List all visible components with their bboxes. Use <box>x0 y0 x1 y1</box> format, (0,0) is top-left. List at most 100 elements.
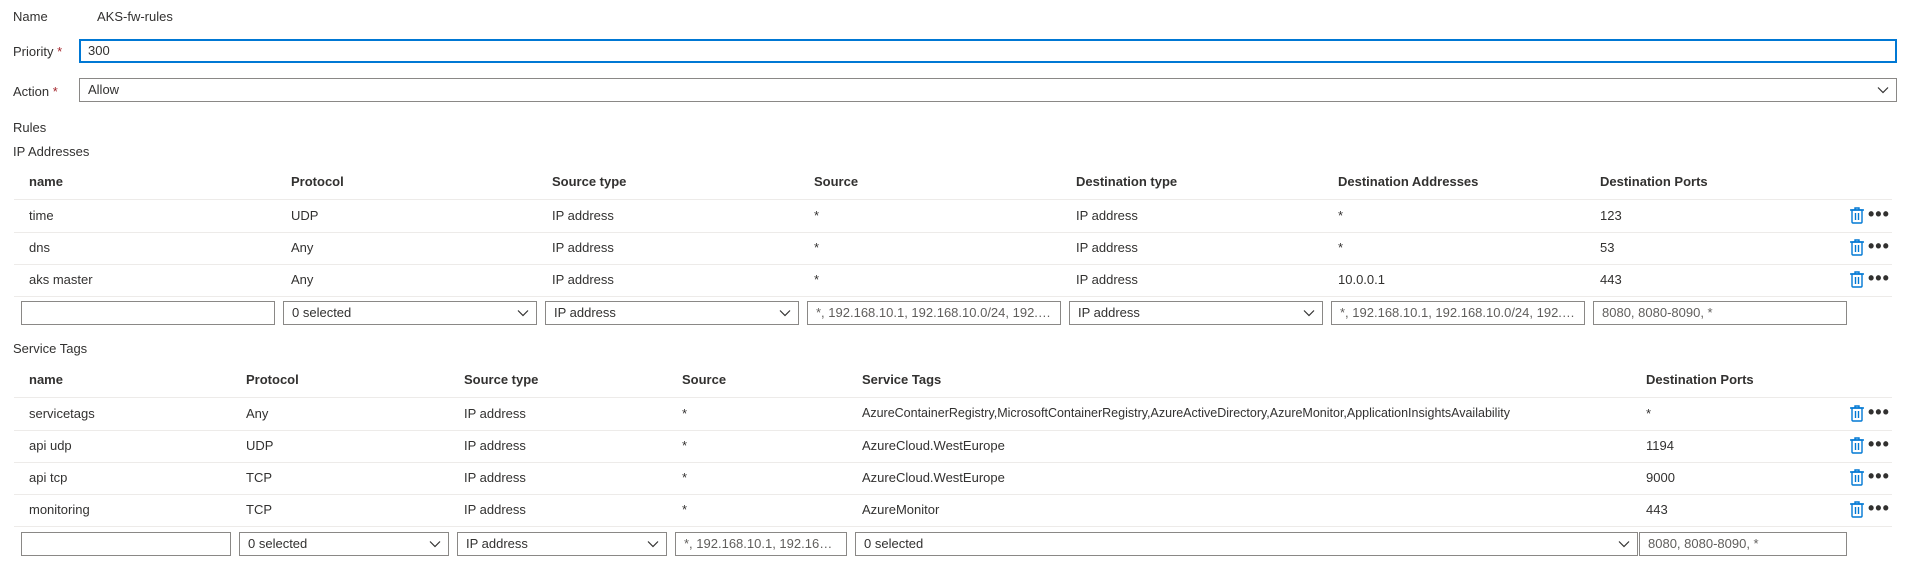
cell-source-type: IP address <box>464 502 526 517</box>
cell-destination-type: IP address <box>1076 208 1138 223</box>
cell-protocol: TCP <box>246 502 272 517</box>
rules-label: Rules <box>13 120 47 135</box>
cell-destination-addresses: * <box>1338 208 1344 223</box>
source-input[interactable]: *, 192.168.10.1, 192.168.10.0/24, 192.16… <box>807 301 1061 325</box>
chevron-down-icon <box>779 310 791 317</box>
new-rule-name-input[interactable] <box>21 532 231 556</box>
cell-protocol: UDP <box>291 208 319 223</box>
cell-source: * <box>682 438 688 453</box>
cell-protocol: Any <box>291 240 314 255</box>
ip-addresses-title: IP Addresses <box>13 144 90 159</box>
name-label: Name <box>13 9 48 24</box>
cell-name: servicetags <box>29 406 95 421</box>
divider <box>14 296 1892 297</box>
destination-type-dropdown[interactable]: IP address <box>1069 301 1323 325</box>
column-header: Destination Ports <box>1600 174 1708 189</box>
more-icon[interactable]: ••• <box>1868 435 1890 453</box>
cell-source: * <box>682 502 688 517</box>
trash-icon[interactable] <box>1849 500 1865 518</box>
cell-source-type: IP address <box>552 240 614 255</box>
cell-name: api udp <box>29 438 72 453</box>
column-header: Source <box>682 372 727 387</box>
destination-type-value: IP address <box>1078 305 1140 320</box>
column-header: Source type <box>552 174 627 189</box>
cell-destination-ports: 9000 <box>1646 470 1675 485</box>
trash-icon[interactable] <box>1849 404 1865 422</box>
chevron-down-icon <box>1303 310 1315 317</box>
cell-destination-ports: 53 <box>1600 240 1615 255</box>
more-icon[interactable]: ••• <box>1868 467 1890 485</box>
column-header: Destination Addresses <box>1338 174 1479 189</box>
trash-icon[interactable] <box>1849 436 1865 454</box>
column-header: name <box>29 174 63 189</box>
cell-destination-addresses: * <box>1338 240 1344 255</box>
destination-ports-input[interactable]: 8080, 8080-8090, * <box>1593 301 1847 325</box>
cell-source-type: IP address <box>464 438 526 453</box>
cell-source: * <box>682 470 688 485</box>
source-type-value: IP address <box>466 536 528 551</box>
trash-icon[interactable] <box>1849 206 1865 224</box>
more-icon[interactable]: ••• <box>1868 237 1890 255</box>
protocol-dropdown[interactable]: 0 selected <box>239 532 449 556</box>
divider <box>14 494 1892 495</box>
name-value: AKS-fw-rules <box>97 9 173 24</box>
divider <box>14 462 1892 463</box>
new-rule-name-input[interactable] <box>21 301 275 325</box>
trash-icon[interactable] <box>1849 468 1865 486</box>
column-header: name <box>29 372 63 387</box>
action-dropdown[interactable]: Allow <box>79 78 1897 102</box>
column-header: Service Tags <box>862 372 942 387</box>
column-header: Destination Ports <box>1646 372 1754 387</box>
cell-service-tags: AzureContainerRegistry,MicrosoftContaine… <box>862 406 1510 420</box>
more-icon[interactable]: ••• <box>1868 499 1890 517</box>
column-header: Protocol <box>246 372 299 387</box>
cell-source-type: IP address <box>464 406 526 421</box>
more-icon[interactable]: ••• <box>1868 269 1890 287</box>
source-type-dropdown[interactable]: IP address <box>457 532 667 556</box>
trash-icon[interactable] <box>1849 238 1865 256</box>
cell-protocol: Any <box>246 406 269 421</box>
cell-destination-type: IP address <box>1076 272 1138 287</box>
destination-addresses-input[interactable]: *, 192.168.10.1, 192.168.10.0/24, 192.16… <box>1331 301 1585 325</box>
cell-destination-ports: 443 <box>1600 272 1622 287</box>
protocol-dropdown[interactable]: 0 selected <box>283 301 537 325</box>
chevron-down-icon <box>1618 541 1630 548</box>
protocol-value: 0 selected <box>292 305 352 320</box>
chevron-down-icon <box>517 310 529 317</box>
cell-name: monitoring <box>29 502 90 517</box>
cell-protocol: UDP <box>246 438 274 453</box>
cell-destination-ports: 123 <box>1600 208 1622 223</box>
cell-name: time <box>29 208 54 223</box>
priority-label: Priority * <box>13 44 63 59</box>
divider <box>14 430 1892 431</box>
chevron-down-icon <box>429 541 441 548</box>
trash-icon[interactable] <box>1849 270 1865 288</box>
divider <box>14 264 1892 265</box>
cell-name: dns <box>29 240 50 255</box>
cell-service-tags: AzureCloud.WestEurope <box>862 438 1005 453</box>
cell-source-type: IP address <box>552 208 614 223</box>
action-value: Allow <box>88 82 120 97</box>
cell-service-tags: AzureCloud.WestEurope <box>862 470 1005 485</box>
service-tags-dropdown[interactable]: 0 selected <box>855 532 1638 556</box>
cell-name: aks master <box>29 272 93 287</box>
priority-input[interactable]: 300 <box>79 39 1897 63</box>
cell-destination-ports: 443 <box>1646 502 1668 517</box>
column-header: Destination type <box>1076 174 1178 189</box>
column-header: Source type <box>464 372 539 387</box>
column-header: Protocol <box>291 174 344 189</box>
more-icon[interactable]: ••• <box>1868 403 1890 421</box>
destination-ports-input[interactable]: 8080, 8080-8090, * <box>1639 532 1847 556</box>
chevron-down-icon <box>647 541 659 548</box>
source-input[interactable]: *, 192.168.10.1, 192.168.1... <box>675 532 847 556</box>
column-header: Source <box>814 174 859 189</box>
service-tags-value: 0 selected <box>864 536 924 551</box>
cell-name: api tcp <box>29 470 68 485</box>
cell-destination-addresses: 10.0.0.1 <box>1338 272 1385 287</box>
more-icon[interactable]: ••• <box>1868 205 1890 223</box>
cell-destination-ports: * <box>1646 406 1652 421</box>
cell-destination-type: IP address <box>1076 240 1138 255</box>
cell-source: * <box>814 272 820 287</box>
divider <box>14 397 1892 398</box>
source-type-dropdown[interactable]: IP address <box>545 301 799 325</box>
